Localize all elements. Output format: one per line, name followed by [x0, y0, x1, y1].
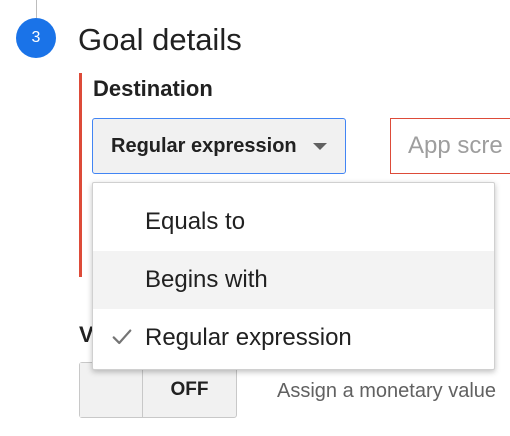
- step-number-badge: 3: [16, 18, 56, 58]
- match-type-menu: Equals to Begins with Regular expression: [92, 182, 495, 370]
- menu-option-label: Regular expression: [145, 324, 352, 351]
- match-type-select[interactable]: Regular expression: [92, 118, 346, 174]
- toggle-label: OFF: [170, 379, 209, 400]
- value-description: Assign a monetary value: [277, 380, 497, 402]
- value-toggle[interactable]: OFF: [79, 362, 237, 418]
- section-title: Goal details: [78, 22, 242, 57]
- destination-input[interactable]: [390, 118, 510, 174]
- menu-option-begins-with[interactable]: Begins with: [93, 251, 494, 309]
- menu-option-equals-to[interactable]: Equals to: [93, 193, 494, 251]
- error-indicator-bar: [79, 73, 82, 277]
- menu-option-regular-expression[interactable]: Regular expression: [93, 309, 494, 367]
- destination-label: Destination: [93, 76, 213, 101]
- step-connector-line: [36, 0, 37, 18]
- menu-option-label: Equals to: [145, 208, 246, 235]
- match-type-value: Regular expression: [111, 134, 297, 157]
- caret-down-icon: [312, 142, 327, 150]
- check-icon: [112, 329, 132, 345]
- menu-option-label: Begins with: [145, 266, 268, 293]
- toggle-knob: [80, 363, 143, 417]
